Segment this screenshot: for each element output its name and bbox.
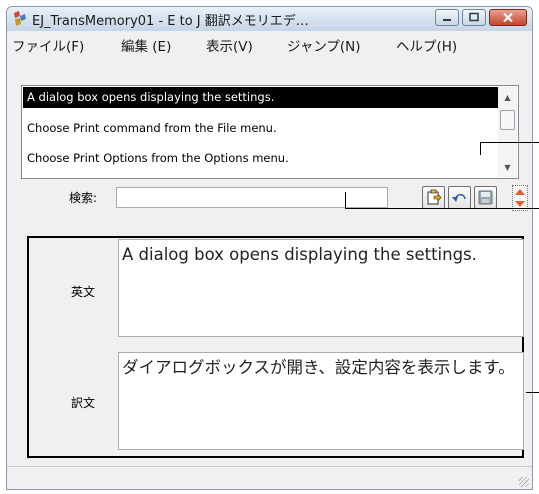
callout-line-list-tick [480,142,481,155]
status-bar [7,466,532,489]
client-area: A dialog box opens displaying the settin… [7,57,532,489]
paste-icon [427,189,442,205]
callout-line-toolbar-tick [345,192,346,209]
menu-jump[interactable]: ジャンプ(N) [287,35,361,55]
scroll-up-icon[interactable]: ▲ [498,89,517,106]
app-window: EJ_TransMemory01 - E to J 翻訳メモリエデ… ファイル(… [6,6,533,490]
paste-button[interactable] [422,186,445,209]
callout-line-editor [526,392,539,393]
search-input[interactable] [116,187,388,208]
prev-next-icon [515,189,525,207]
target-label: 訳文 [71,396,96,410]
list-item[interactable]: Choose Print command from the File menu. [23,118,499,139]
menu-help[interactable]: ヘルプ(H) [396,35,457,55]
undo-button[interactable] [448,186,471,209]
minimize-icon [443,19,451,21]
save-button[interactable] [474,186,497,209]
scroll-down-icon[interactable]: ▼ [498,159,517,176]
scroll-thumb[interactable] [500,110,515,130]
close-icon [503,12,513,23]
app-icon [14,11,26,26]
sentence-list[interactable]: A dialog box opens displaying the settin… [21,85,519,179]
menu-bar: ファイル(F) 編集 (E) 表示(V) ジャンプ(N) ヘルプ(H) [7,31,532,57]
target-text-field[interactable]: ダイアログボックスが開き、設定内容を表示します。 [118,352,524,450]
title-bar[interactable]: EJ_TransMemory01 - E to J 翻訳メモリエデ… [7,7,532,31]
list-scrollbar[interactable]: ▲ ▼ [498,87,517,177]
list-item-selected[interactable]: A dialog box opens displaying the settin… [23,87,499,108]
menu-file[interactable]: ファイル(F) [12,35,84,55]
callout-line-list [480,142,539,143]
list-item[interactable]: Choose Print Options from the Options me… [23,148,499,169]
window-title: EJ_TransMemory01 - E to J 翻訳メモリエデ… [32,14,309,29]
menu-view[interactable]: 表示(V) [206,35,253,55]
callout-line-toolbar [345,208,539,209]
search-label: 検索: [69,191,98,205]
resize-grip-icon[interactable] [519,477,529,487]
source-label: 英文 [71,285,96,299]
save-icon [478,190,493,205]
maximize-button[interactable] [462,9,486,26]
close-button[interactable] [489,9,527,26]
menu-edit[interactable]: 編集 (E) [121,35,171,55]
minimize-button[interactable] [435,9,459,26]
undo-icon [452,193,466,202]
source-text-field[interactable]: A dialog box opens displaying the settin… [118,239,524,337]
maximize-icon [469,12,479,22]
editor-panel: 英文 A dialog box opens displaying the set… [27,236,524,458]
